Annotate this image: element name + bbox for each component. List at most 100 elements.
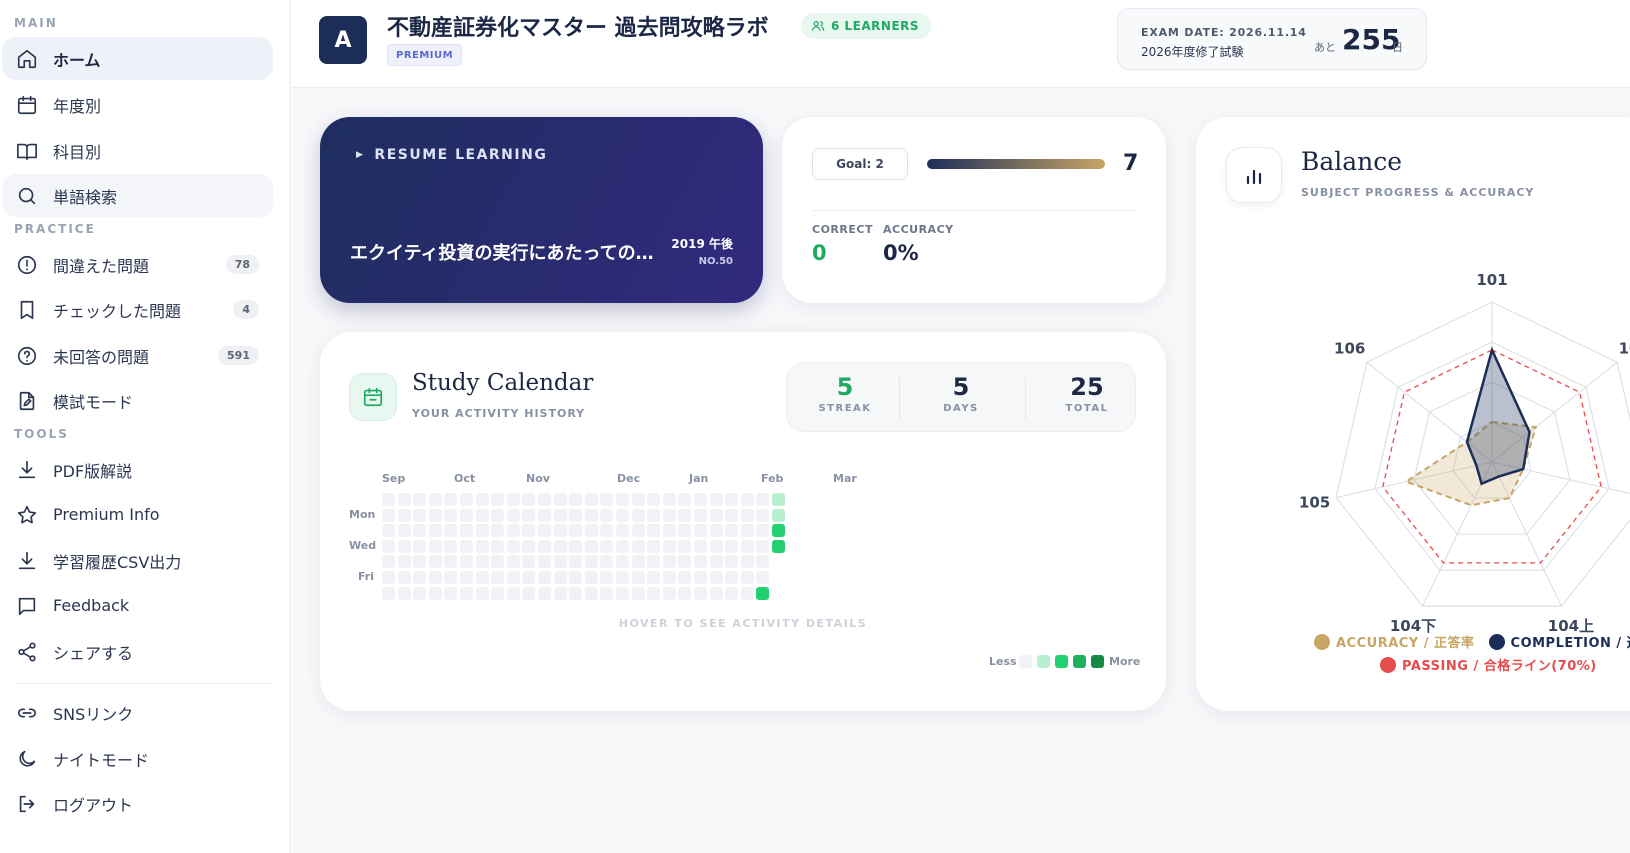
heatmap-cell[interactable] [428, 524, 442, 538]
heatmap-cell[interactable] [709, 524, 723, 538]
heatmap-cell[interactable] [756, 508, 770, 522]
heatmap-cell[interactable] [413, 524, 427, 538]
heatmap-cell[interactable] [413, 493, 427, 506]
heatmap-cell[interactable] [460, 555, 473, 569]
heatmap-cell[interactable] [444, 571, 458, 584]
heatmap-cell[interactable] [694, 524, 707, 538]
heatmap-cell[interactable] [553, 555, 567, 569]
heatmap-cell[interactable] [475, 524, 489, 538]
heatmap-cell[interactable] [756, 493, 770, 506]
heatmap-cell[interactable] [616, 571, 629, 584]
heatmap-cell[interactable] [491, 493, 505, 506]
resume-learning-card[interactable]: ▶ RESUME LEARNING エクイティ投資の実行にあたっての留意点 20… [320, 117, 763, 303]
heatmap-cell[interactable] [569, 524, 583, 538]
heatmap-cell[interactable] [678, 508, 692, 522]
heatmap-cell[interactable] [569, 555, 583, 569]
heatmap-cell[interactable] [382, 524, 395, 538]
heatmap-cell[interactable] [694, 586, 707, 600]
heatmap-cell[interactable] [772, 524, 785, 538]
heatmap-cell[interactable] [725, 586, 739, 600]
sidebar-item-logout[interactable]: ログアウト [2, 782, 273, 825]
heatmap-cell[interactable] [662, 555, 676, 569]
sidebar-item-sns-links[interactable]: SNSリンク [2, 691, 273, 734]
heatmap-cell[interactable] [444, 539, 458, 553]
sidebar-item-word-search[interactable]: 単語検索 [2, 174, 273, 217]
heatmap-cell[interactable] [709, 493, 723, 506]
heatmap-cell[interactable] [600, 493, 614, 506]
heatmap-cell[interactable] [475, 586, 489, 600]
heatmap-cell[interactable] [616, 586, 629, 600]
heatmap-cell[interactable] [600, 539, 614, 553]
heatmap-cell[interactable] [756, 539, 770, 553]
heatmap-cell[interactable] [631, 493, 645, 506]
heatmap-cell[interactable] [553, 508, 567, 522]
heatmap-cell[interactable] [678, 524, 692, 538]
heatmap-cell[interactable] [584, 508, 598, 522]
heatmap-cell[interactable] [616, 493, 629, 506]
heatmap-cell[interactable] [397, 493, 411, 506]
sidebar-item-mock-exam[interactable]: 模試モード [2, 379, 273, 422]
heatmap-cell[interactable] [475, 555, 489, 569]
heatmap-cell[interactable] [740, 508, 754, 522]
heatmap-cell[interactable] [678, 571, 692, 584]
heatmap-cell[interactable] [491, 508, 505, 522]
heatmap-cell[interactable] [647, 571, 661, 584]
heatmap-cell[interactable] [678, 586, 692, 600]
heatmap-cell[interactable] [694, 539, 707, 553]
heatmap-cell[interactable] [584, 586, 598, 600]
heatmap-cell[interactable] [506, 586, 520, 600]
heatmap-cell[interactable] [553, 586, 567, 600]
sidebar-item-by-year[interactable]: 年度別 [2, 83, 273, 126]
heatmap-cell[interactable] [491, 586, 505, 600]
heatmap-cell[interactable] [538, 539, 551, 553]
heatmap-cell[interactable] [382, 571, 395, 584]
heatmap-cell[interactable] [662, 493, 676, 506]
heatmap-cell[interactable] [538, 508, 551, 522]
heatmap-cell[interactable] [491, 524, 505, 538]
heatmap-cell[interactable] [631, 586, 645, 600]
heatmap-cell[interactable] [647, 539, 661, 553]
heatmap-cell[interactable] [584, 493, 598, 506]
heatmap-cell[interactable] [600, 508, 614, 522]
heatmap-cell[interactable] [740, 493, 754, 506]
heatmap-cell[interactable] [475, 508, 489, 522]
heatmap-cell[interactable] [647, 524, 661, 538]
heatmap-cell[interactable] [413, 508, 427, 522]
heatmap-cell[interactable] [444, 524, 458, 538]
heatmap-cell[interactable] [694, 493, 707, 506]
heatmap-cell[interactable] [647, 586, 661, 600]
heatmap-cell[interactable] [584, 524, 598, 538]
heatmap-cell[interactable] [725, 508, 739, 522]
heatmap-cell[interactable] [460, 524, 473, 538]
sidebar-item-by-subject[interactable]: 科目別 [2, 129, 273, 172]
heatmap-cell[interactable] [709, 508, 723, 522]
heatmap-cell[interactable] [569, 493, 583, 506]
heatmap-cell[interactable] [397, 524, 411, 538]
heatmap-cell[interactable] [725, 493, 739, 506]
heatmap-cell[interactable] [662, 539, 676, 553]
heatmap-cell[interactable] [756, 586, 770, 600]
heatmap-cell[interactable] [740, 586, 754, 600]
heatmap-cell[interactable] [444, 508, 458, 522]
heatmap-cell[interactable] [600, 571, 614, 584]
heatmap-cell[interactable] [522, 555, 536, 569]
heatmap-cell[interactable] [491, 571, 505, 584]
heatmap-cell[interactable] [725, 555, 739, 569]
heatmap-cell[interactable] [522, 524, 536, 538]
heatmap-cell[interactable] [491, 539, 505, 553]
heatmap-cell[interactable] [382, 493, 395, 506]
heatmap-cell[interactable] [506, 555, 520, 569]
heatmap-cell[interactable] [647, 493, 661, 506]
heatmap-cell[interactable] [600, 524, 614, 538]
heatmap-cell[interactable] [694, 508, 707, 522]
sidebar-item-premium-info[interactable]: Premium Info [2, 493, 273, 536]
heatmap-cell[interactable] [475, 539, 489, 553]
heatmap-cell[interactable] [444, 586, 458, 600]
heatmap-cell[interactable] [382, 508, 395, 522]
heatmap-cell[interactable] [397, 571, 411, 584]
heatmap-cell[interactable] [772, 539, 785, 553]
heatmap-cell[interactable] [709, 571, 723, 584]
heatmap-cell[interactable] [678, 539, 692, 553]
heatmap-cell[interactable] [709, 586, 723, 600]
heatmap-cell[interactable] [569, 571, 583, 584]
